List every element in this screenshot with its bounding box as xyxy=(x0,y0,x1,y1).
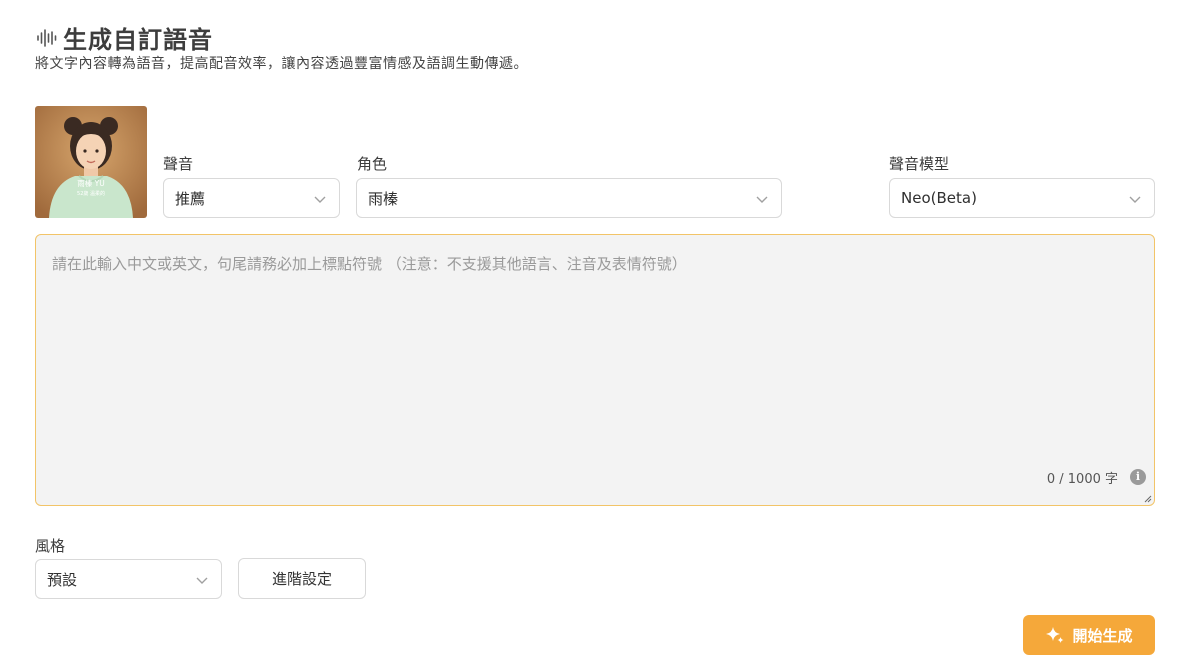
resize-handle-icon[interactable] xyxy=(1142,493,1152,503)
character-counter: 0 / 1000 字 xyxy=(1046,472,1118,487)
model-select-value: Neo(Beta) xyxy=(901,189,977,207)
voice-select-value: 推薦 xyxy=(175,189,206,208)
info-icon[interactable]: i xyxy=(1130,469,1146,485)
page-title: 生成自訂語音 xyxy=(63,26,213,54)
advanced-settings-button[interactable]: 進階設定 xyxy=(238,558,366,599)
avatar-name-text: 雨榛 YU xyxy=(77,178,104,188)
style-label: 風格 xyxy=(35,537,66,555)
avatar-sub-text: 52歲 溫柔的 xyxy=(77,190,105,197)
character-label: 角色 xyxy=(357,155,388,173)
model-select[interactable]: Neo(Beta) xyxy=(889,178,1155,218)
chevron-down-icon xyxy=(314,196,326,203)
style-select-value: 預設 xyxy=(47,570,78,589)
generate-button[interactable]: 開始生成 xyxy=(1023,615,1155,655)
model-label: 聲音模型 xyxy=(889,155,950,173)
script-textarea[interactable] xyxy=(36,235,1154,505)
chevron-down-icon xyxy=(1129,196,1141,203)
voice-label: 聲音 xyxy=(163,155,194,173)
style-select[interactable]: 預設 xyxy=(35,559,222,599)
avatar-illustration: 雨榛 YU 52歲 溫柔的 xyxy=(35,106,147,218)
sparkle-icon xyxy=(1046,627,1064,643)
chevron-down-icon xyxy=(756,196,768,203)
advanced-settings-label: 進階設定 xyxy=(271,571,332,588)
waveform-icon xyxy=(37,28,57,47)
character-avatar: 雨榛 YU 52歲 溫柔的 xyxy=(35,106,147,218)
chevron-down-icon xyxy=(196,577,208,584)
character-select[interactable]: 雨榛 xyxy=(356,178,782,218)
page-subtitle: 將文字內容轉為語音，提高配音效率，讓內容透過豐富情感及語調生動傳遞。 xyxy=(35,56,528,72)
text-input-area: 0 / 1000 字 i xyxy=(35,234,1155,506)
character-select-value: 雨榛 xyxy=(368,189,399,208)
generate-button-label: 開始生成 xyxy=(1072,627,1133,645)
page-header: 生成自訂語音 xyxy=(36,20,213,55)
voice-select[interactable]: 推薦 xyxy=(163,178,340,218)
